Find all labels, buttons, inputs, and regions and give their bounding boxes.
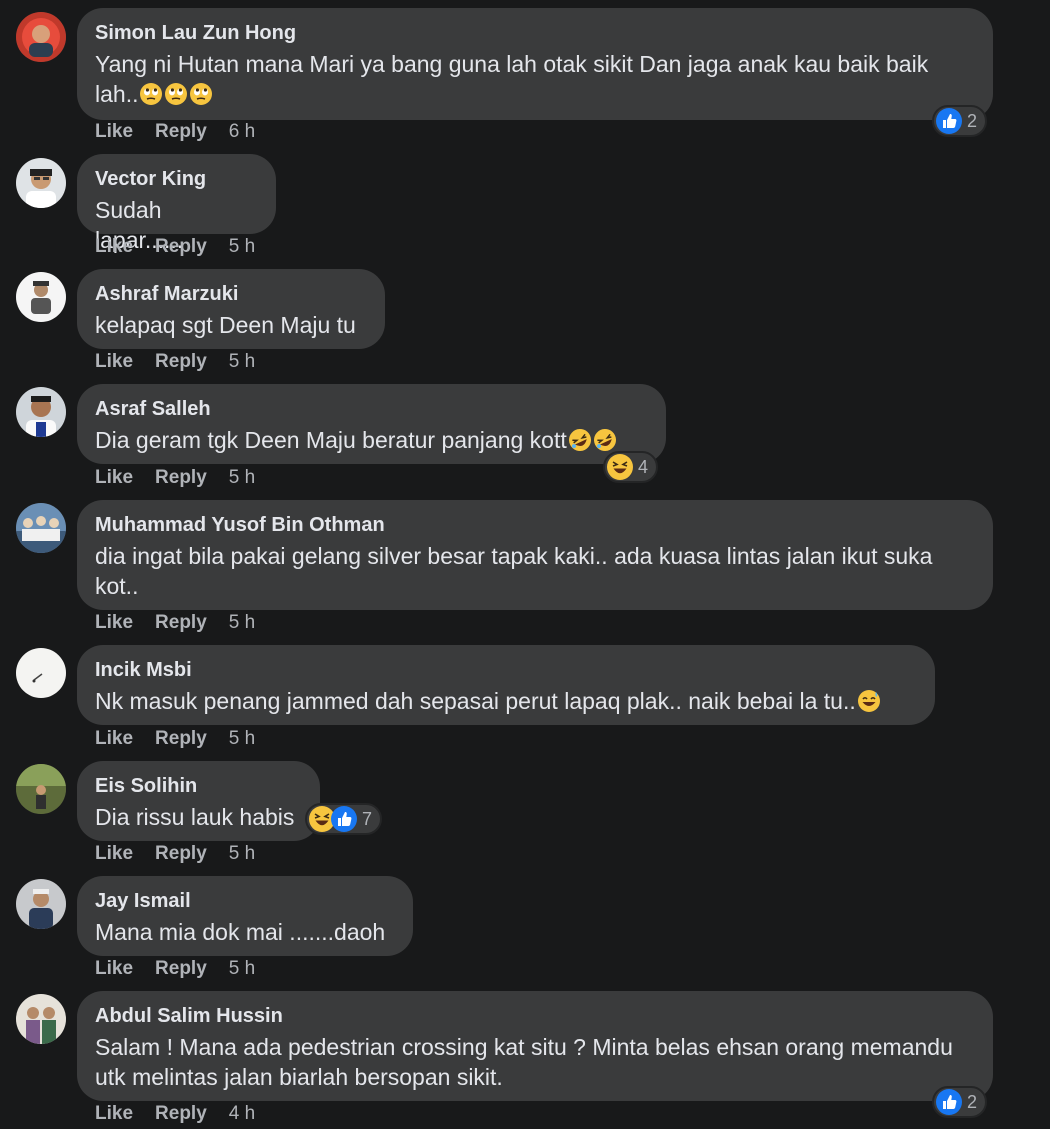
reaction-summary[interactable]: 4 <box>603 451 659 483</box>
reaction-count: 2 <box>967 110 978 131</box>
avatar[interactable] <box>16 994 66 1044</box>
comment-author[interactable]: Jay Ismail <box>95 888 391 914</box>
comment-actions: Like Reply 6 h <box>95 121 277 143</box>
like-link[interactable]: Like <box>95 728 133 749</box>
comment-author[interactable]: Vector King <box>95 166 254 192</box>
rolling-eyes-emoji <box>164 82 188 106</box>
comment-text: Dia rissu lauk habis <box>95 804 295 830</box>
comment-author[interactable]: Muhammad Yusof Bin Othman <box>95 512 971 538</box>
rofl-emoji <box>593 428 617 452</box>
reaction-count: 4 <box>638 456 649 477</box>
comment-bubble: Abdul Salim Hussin Salam ! Mana ada pede… <box>77 991 993 1101</box>
comment-author[interactable]: Asraf Salleh <box>95 396 644 422</box>
reply-link[interactable]: Reply <box>155 121 207 142</box>
like-link[interactable]: Like <box>95 121 133 142</box>
reply-link[interactable]: Reply <box>155 236 207 257</box>
comment-author[interactable]: Simon Lau Zun Hong <box>95 20 971 46</box>
like-link[interactable]: Like <box>95 843 133 864</box>
comment-actions: Like Reply 4 h <box>95 1103 277 1125</box>
avatar[interactable] <box>16 387 66 437</box>
avatar[interactable] <box>16 272 66 322</box>
rolling-eyes-emoji <box>139 82 163 106</box>
timestamp[interactable]: 4 h <box>229 1103 255 1124</box>
like-link[interactable]: Like <box>95 467 133 488</box>
like-link[interactable]: Like <box>95 1103 133 1124</box>
comment-bubble: Simon Lau Zun Hong Yang ni Hutan mana Ma… <box>77 8 993 120</box>
timestamp[interactable]: 5 h <box>229 236 255 257</box>
timestamp[interactable]: 5 h <box>229 467 255 488</box>
comment-author[interactable]: Incik Msbi <box>95 657 913 683</box>
sweat-smile-emoji <box>857 689 881 713</box>
comment-text: kelapaq sgt Deen Maju tu <box>95 312 356 338</box>
comment-text: Dia geram tgk Deen Maju beratur panjang … <box>95 425 644 455</box>
avatar[interactable] <box>16 12 66 62</box>
avatar[interactable] <box>16 764 66 814</box>
comment-bubble: Asraf Salleh Dia geram tgk Deen Maju ber… <box>77 384 666 464</box>
comment-bubble: Jay Ismail Mana mia dok mai .......daoh <box>77 876 413 956</box>
reply-link[interactable]: Reply <box>155 1103 207 1124</box>
like-reaction-icon <box>936 108 962 134</box>
comment-actions: Like Reply 5 h <box>95 612 277 634</box>
comment-bubble: Muhammad Yusof Bin Othman dia ingat bila… <box>77 500 993 610</box>
like-link[interactable]: Like <box>95 612 133 633</box>
timestamp[interactable]: 5 h <box>229 612 255 633</box>
haha-reaction-icon <box>607 454 633 480</box>
comment-text: Salam ! Mana ada pedestrian crossing kat… <box>95 1034 953 1090</box>
reaction-summary[interactable]: 7 <box>305 803 383 835</box>
comment-actions: Like Reply 5 h <box>95 728 277 750</box>
like-link[interactable]: Like <box>95 351 133 372</box>
comment-author[interactable]: Ashraf Marzuki <box>95 281 363 307</box>
avatar[interactable] <box>16 648 66 698</box>
reaction-count: 7 <box>362 808 373 829</box>
timestamp[interactable]: 5 h <box>229 958 255 979</box>
like-link[interactable]: Like <box>95 958 133 979</box>
comment-text: dia ingat bila pakai gelang silver besar… <box>95 543 933 599</box>
like-link[interactable]: Like <box>95 236 133 257</box>
comment-author[interactable]: Abdul Salim Hussin <box>95 1003 971 1029</box>
comment-bubble: Incik Msbi Nk masuk penang jammed dah se… <box>77 645 935 725</box>
comment-text: Nk masuk penang jammed dah sepasai perut… <box>95 686 913 716</box>
avatar[interactable] <box>16 158 66 208</box>
comment-actions: Like Reply 5 h <box>95 843 277 865</box>
comment-actions: Like Reply 5 h <box>95 958 277 980</box>
rofl-emoji <box>568 428 592 452</box>
rolling-eyes-emoji <box>189 82 213 106</box>
reaction-count: 2 <box>967 1091 978 1112</box>
like-reaction-icon <box>331 806 357 832</box>
reply-link[interactable]: Reply <box>155 351 207 372</box>
like-reaction-icon <box>936 1089 962 1115</box>
avatar[interactable] <box>16 503 66 553</box>
comment-actions: Like Reply 5 h <box>95 467 277 489</box>
reply-link[interactable]: Reply <box>155 958 207 979</box>
reply-link[interactable]: Reply <box>155 728 207 749</box>
reaction-summary[interactable]: 2 <box>932 1086 988 1118</box>
timestamp[interactable]: 5 h <box>229 351 255 372</box>
comment-text: Mana mia dok mai .......daoh <box>95 919 386 945</box>
comment-text: Yang ni Hutan mana Mari ya bang guna lah… <box>95 51 929 107</box>
comment-actions: Like Reply 5 h <box>95 351 277 373</box>
comment-bubble: Vector King Sudah lapar...... <box>77 154 276 253</box>
reply-link[interactable]: Reply <box>155 612 207 633</box>
comment-bubble: Eis Solihin Dia rissu lauk habis <box>77 761 320 841</box>
avatar[interactable] <box>16 879 66 929</box>
reaction-summary[interactable]: 2 <box>932 105 988 137</box>
comment-bubble: Ashraf Marzuki kelapaq sgt Deen Maju tu <box>77 269 385 349</box>
timestamp[interactable]: 5 h <box>229 843 255 864</box>
timestamp[interactable]: 5 h <box>229 728 255 749</box>
reply-link[interactable]: Reply <box>155 467 207 488</box>
comment-author[interactable]: Eis Solihin <box>95 773 298 799</box>
reply-link[interactable]: Reply <box>155 843 207 864</box>
comment-actions: Like Reply 5 h <box>95 236 277 258</box>
timestamp[interactable]: 6 h <box>229 121 255 142</box>
